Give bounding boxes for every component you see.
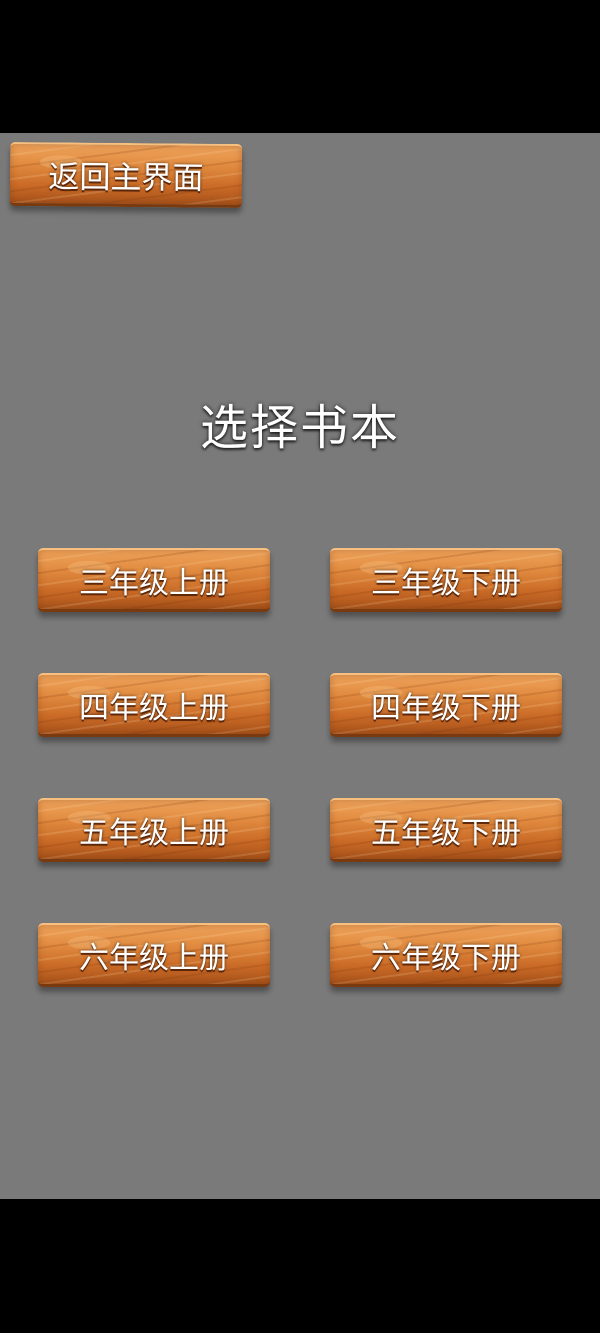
- book-grade4-vol1-button[interactable]: 四年级上册: [38, 673, 270, 737]
- book-label: 六年级上册: [79, 940, 229, 976]
- book-grade5-vol2-button[interactable]: 五年级下册: [330, 798, 562, 862]
- book-label: 三年级下册: [371, 565, 521, 601]
- book-label: 五年级上册: [79, 815, 229, 851]
- book-label: 五年级下册: [371, 815, 521, 851]
- back-to-main-button[interactable]: 返回主界面: [9, 141, 243, 209]
- book-label: 四年级下册: [371, 690, 521, 726]
- book-grade6-vol2-button[interactable]: 六年级下册: [330, 923, 562, 987]
- book-label: 六年级下册: [371, 940, 521, 976]
- book-grade3-vol1-button[interactable]: 三年级上册: [38, 548, 270, 612]
- game-area: [0, 133, 600, 1199]
- book-grade3-vol2-button[interactable]: 三年级下册: [330, 548, 562, 612]
- page-title: 选择书本: [199, 400, 400, 456]
- book-grade5-vol1-button[interactable]: 五年级上册: [38, 798, 270, 862]
- book-label: 三年级上册: [79, 565, 229, 601]
- book-label: 四年级上册: [79, 690, 229, 726]
- app-screen: 返回主界面 选择书本 三年级上册 三年级下册 四年级上册 四年级下册 五年级上册…: [0, 0, 600, 1333]
- book-grade6-vol1-button[interactable]: 六年级上册: [38, 923, 270, 987]
- back-to-main-label: 返回主界面: [48, 159, 204, 197]
- book-grade4-vol2-button[interactable]: 四年级下册: [330, 673, 562, 737]
